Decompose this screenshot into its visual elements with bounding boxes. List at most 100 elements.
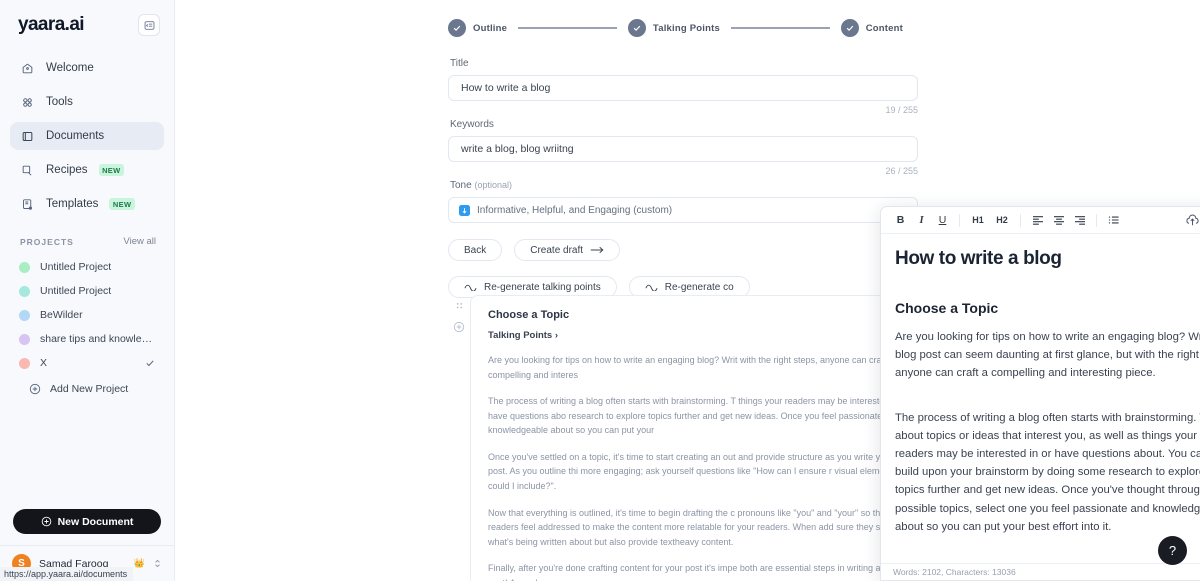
editor-paragraph: The process of writing a blog often star… [895,411,1200,533]
collapse-sidebar-button[interactable] [138,14,160,36]
sidebar-header: yaara.ai [0,0,174,36]
tone-optional-text: (optional) [474,180,512,190]
add-new-project-button[interactable]: Add New Project [10,375,164,395]
project-color-dot [19,285,30,297]
sidebar-nav: Welcome Tools Documents Recipes NEW Temp… [0,54,174,218]
check-icon [145,358,155,368]
back-button[interactable]: Back [448,239,503,261]
list-item[interactable]: BeWilder [10,303,164,327]
tone-select[interactable]: Informative, Helpful, and Engaging (cust… [448,197,918,223]
plus-circle-icon[interactable] [453,321,465,333]
doc-paragraph: Now that everything is outlined, it's ti… [488,507,906,547]
project-name: Untitled Project [40,261,112,273]
list-item[interactable]: X [10,351,164,375]
recipe-icon [20,163,35,178]
italic-button[interactable]: I [911,210,932,231]
crown-icon: 👑 [133,558,145,568]
project-name: BeWilder [40,309,83,321]
bold-button[interactable]: B [890,210,911,231]
regenerate-icon [464,283,477,291]
publish-button[interactable] [1182,210,1200,231]
step-talking-points[interactable]: Talking Points [627,19,720,37]
sidebar-item-label: Tools [46,96,73,108]
project-color-dot [19,309,30,321]
tone-field-label: Tone (optional) [450,180,918,191]
form-actions: Back Create draft [448,239,918,261]
align-right-icon [1074,216,1085,225]
sidebar-item-label: Templates [46,198,99,210]
sidebar-item-tools[interactable]: Tools [10,88,164,116]
toolbar-divider [959,213,960,227]
heading-1-button[interactable]: H1 [966,210,990,231]
step-outline[interactable]: Outline [448,19,507,37]
projects-header: PROJECTS View all [0,224,174,251]
step-label: Outline [473,22,508,34]
back-button-label: Back [464,244,487,256]
chevron-updown-icon [153,558,162,569]
editor-toolbar: B I U H1 H2 [881,207,1200,234]
bullet-list-icon [1108,216,1119,224]
block-gutter [448,295,470,581]
align-left-button[interactable] [1027,210,1048,231]
new-document-button[interactable]: New Document [13,509,161,534]
sidebar-item-recipes[interactable]: Recipes NEW [10,156,164,184]
drag-handle-icon[interactable] [455,302,464,313]
document-icon [20,129,35,144]
talking-points-label: Talking Points [488,330,553,341]
heading-2-button[interactable]: H2 [990,210,1014,231]
editor-paragraph: Are you looking for tips on how to write… [895,331,1200,380]
doc-card-heading: Choose a Topic [488,309,570,321]
project-name: X [40,357,48,369]
progress-stepper: Outline Talking Points Content [448,0,903,37]
regenerate-content-label: Re-generate co [664,281,734,293]
app-logo: yaara.ai [18,14,85,35]
title-char-counter: 19 / 255 [885,105,918,115]
sidebar-item-label: Welcome [46,62,94,74]
sidebar-item-label: Recipes [46,164,88,176]
sidebar-item-templates[interactable]: Templates NEW [10,190,164,218]
new-document-container: New Document [0,509,174,534]
project-name: share tips and knowledg... [40,333,155,345]
outline-form: Outline Talking Points Content Title How… [448,0,918,298]
project-color-dot [19,261,30,273]
list-item[interactable]: share tips and knowledg... [10,327,164,351]
create-draft-label: Create draft [530,244,584,256]
align-center-button[interactable] [1048,210,1069,231]
title-input-value: How to write a blog [461,82,551,94]
list-item[interactable]: Untitled Project [10,279,164,303]
title-input[interactable]: How to write a blog [448,75,918,101]
project-color-dot [19,357,30,369]
align-right-button[interactable] [1069,210,1090,231]
toolbar-divider [1020,213,1021,227]
step-content[interactable]: Content [840,19,903,37]
upload-icon [1186,214,1199,225]
help-button[interactable]: ? [1158,536,1187,565]
check-circle-icon [448,19,466,37]
align-left-icon [1032,216,1043,225]
align-center-icon [1053,216,1064,225]
outline-document-card: Choose a Topic Talking Points › Are you … [470,295,928,581]
step-label: Content [865,22,903,34]
sidebar-item-welcome[interactable]: Welcome [10,54,164,82]
underline-button[interactable]: U [932,210,953,231]
tone-label-text: Tone [450,180,472,191]
doc-paragraph: Once you've settled on a topic, it's tim… [488,451,897,492]
bullet-list-button[interactable] [1103,210,1124,231]
main-content: Outline Talking Points Content Title How… [175,0,1200,581]
add-new-project-label: Add New Project [50,383,129,395]
keywords-input[interactable]: write a blog, blog wriitng [448,136,918,162]
editor-word-count: Words: 2102, Characters: 13036 [881,563,1200,580]
sidebar: yaara.ai Welcome Tools Documents Recipes… [0,0,175,581]
view-all-projects-link[interactable]: View all [123,236,156,247]
toolbar-divider [1096,213,1097,227]
list-item[interactable]: Untitled Project [10,255,164,279]
status-bar-url: https://app.yaara.ai/documents [0,566,134,581]
create-draft-button[interactable]: Create draft [514,239,621,261]
talking-points-link[interactable]: Talking Points › [488,330,910,341]
project-name: Untitled Project [40,285,112,297]
project-color-dot [19,333,30,345]
editor-content[interactable]: How to write a blog Choose a Topic Are y… [881,234,1200,563]
sidebar-item-documents[interactable]: Documents [10,122,164,150]
step-connector [518,27,617,29]
home-icon [20,61,35,76]
